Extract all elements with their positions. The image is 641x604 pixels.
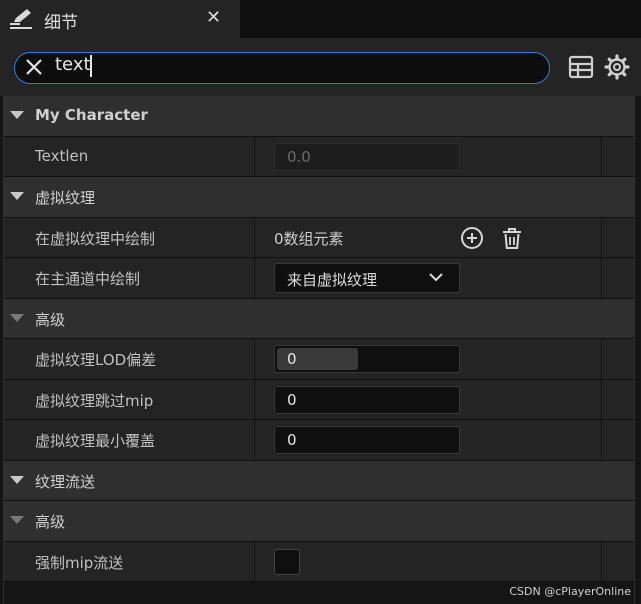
column-divider[interactable] (254, 379, 255, 419)
search-input[interactable] (14, 52, 550, 84)
column-divider (601, 379, 602, 419)
column-divider[interactable] (254, 541, 255, 581)
clear-search-icon[interactable] (24, 57, 44, 77)
array-count: 0数组元素 (274, 229, 344, 248)
add-element-icon[interactable] (459, 225, 485, 251)
main-pass-dropdown[interactable]: 来自虚拟纹理 (274, 263, 460, 293)
column-divider[interactable] (254, 217, 255, 257)
field-value: 0.0 (287, 147, 311, 166)
search-text[interactable]: text (55, 54, 91, 75)
panel-border (634, 96, 635, 604)
property-row-textlen: Textlen 0.0 (3, 136, 635, 177)
edit-details-icon (10, 9, 32, 29)
chevron-down-icon (429, 273, 443, 282)
column-divider (601, 339, 602, 379)
force-mip-streaming-checkbox[interactable] (274, 548, 300, 575)
column-divider[interactable] (254, 420, 255, 460)
category-my-character[interactable]: My Character (3, 96, 635, 137)
property-row-min-coverage: 虚拟纹理最小覆盖 0 (3, 420, 635, 461)
details-panel: My Character Textlen 0.0 虚拟纹理 在虚拟纹理中绘制 0… (3, 96, 635, 582)
expand-arrow-icon[interactable] (10, 313, 24, 322)
dropdown-value: 来自虚拟纹理 (287, 271, 378, 289)
expand-arrow-icon[interactable] (10, 516, 24, 524)
property-label: 在主通道中绘制 (35, 270, 141, 288)
expand-arrow-icon[interactable] (10, 192, 24, 200)
column-divider[interactable] (254, 339, 255, 379)
details-tab[interactable] (0, 0, 240, 38)
field-value: 0 (287, 350, 297, 368)
column-divider[interactable] (254, 136, 255, 176)
expand-arrow-icon[interactable] (10, 475, 24, 484)
property-label: 强制mip流送 (35, 553, 124, 572)
category-virtual-texture[interactable]: 虚拟纹理 (3, 177, 635, 218)
category-label: 高级 (35, 513, 66, 531)
category-texture-streaming[interactable]: 纹理流送 (3, 460, 635, 501)
delete-all-trash-icon[interactable] (499, 225, 525, 251)
property-row-skip-mip: 虚拟纹理跳过mip 0 (3, 379, 635, 420)
skip-mip-field[interactable]: 0 (274, 385, 460, 414)
category-advanced-streaming[interactable]: 高级 (3, 501, 635, 542)
column-divider (601, 136, 602, 176)
property-label: 虚拟纹理LOD偏差 (35, 351, 157, 369)
category-label: 虚拟纹理 (35, 189, 96, 207)
tab-title: 细节 (44, 13, 78, 33)
textlen-field: 0.0 (274, 142, 460, 171)
expand-arrow-icon[interactable] (10, 111, 24, 119)
settings-gear-icon[interactable] (604, 54, 630, 80)
lod-bias-slider[interactable]: 0 (274, 345, 460, 373)
property-row-draw-in-virtual-texture: 在虚拟纹理中绘制 0数组元素 (3, 217, 635, 258)
property-row-lod-bias: 虚拟纹理LOD偏差 0 (3, 339, 635, 380)
property-label: 虚拟纹理跳过mip (35, 391, 154, 410)
column-divider (601, 541, 602, 581)
property-label: Textlen (35, 146, 89, 165)
column-divider (601, 217, 602, 257)
table-view-icon[interactable] (568, 54, 594, 80)
field-value: 0 (287, 390, 297, 409)
text-caret (90, 55, 92, 77)
field-value: 0 (287, 431, 297, 449)
category-label: My Character (35, 106, 148, 124)
watermark: CSDN @cPlayerOnline (509, 585, 631, 598)
property-row-force-mip-streaming: 强制mip流送 (3, 541, 635, 582)
category-label: 纹理流送 (35, 472, 96, 491)
column-divider[interactable] (254, 258, 255, 298)
property-label: 虚拟纹理最小覆盖 (35, 432, 156, 450)
property-row-draw-in-main-pass: 在主通道中绘制 来自虚拟纹理 (3, 258, 635, 299)
category-advanced[interactable]: 高级 (3, 298, 635, 339)
category-label: 高级 (35, 310, 66, 329)
column-divider (601, 420, 602, 460)
property-label: 在虚拟纹理中绘制 (35, 229, 156, 248)
min-coverage-field[interactable]: 0 (274, 426, 460, 454)
column-divider (601, 258, 602, 298)
close-tab-icon[interactable]: ✕ (206, 7, 221, 28)
panel-border (3, 96, 4, 604)
